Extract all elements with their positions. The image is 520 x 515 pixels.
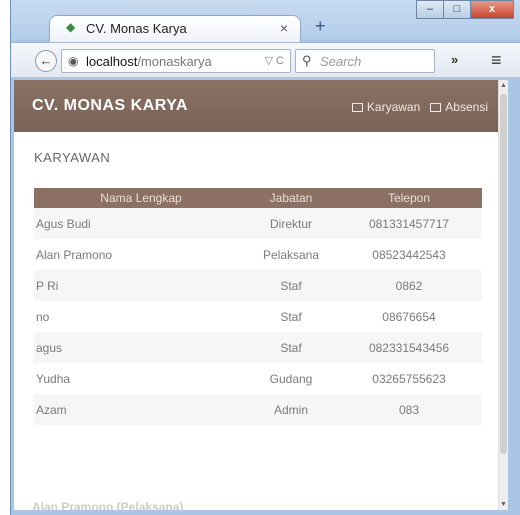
- tab-title: CV. Monas Karya: [86, 21, 187, 36]
- cell-name: P Ri: [34, 270, 246, 301]
- cell-telepon: 0862: [336, 270, 482, 301]
- main-nav: Karyawan Absensi: [351, 100, 488, 114]
- close-button[interactable]: x: [470, 0, 514, 19]
- navigation-toolbar: ← ◉ localhost/monaskarya ▽ C ⚲ Search » …: [11, 42, 520, 78]
- url-path: /monaskarya: [137, 54, 212, 69]
- nav-item-karyawan[interactable]: Karyawan: [351, 100, 421, 114]
- section-title: KARYAWAN: [34, 150, 111, 165]
- scroll-down-icon[interactable]: ▼: [500, 501, 507, 508]
- nav-box-icon: [430, 102, 442, 112]
- cell-jabatan: Staf: [246, 332, 336, 363]
- cell-name: agus: [34, 332, 246, 363]
- column-header: Nama Lengkap: [34, 188, 246, 208]
- menu-icon[interactable]: ≡: [491, 50, 502, 71]
- nav-item-absensi[interactable]: Absensi: [430, 100, 488, 114]
- overflow-chevron-icon[interactable]: »: [451, 52, 458, 67]
- maximize-button[interactable]: □: [443, 0, 471, 19]
- cell-telepon: 082331543456: [336, 332, 482, 363]
- cell-telepon: 08676654: [382, 309, 436, 324]
- nav-label: Absensi: [445, 100, 488, 114]
- employee-table: Nama Lengkap Jabatan Telepon Agus Budi D…: [34, 188, 482, 425]
- cell-telepon: 08523442543: [372, 247, 446, 262]
- cell-telepon: 03265755623: [372, 371, 446, 386]
- page-viewport: CV. MONAS KARYA Karyawan Absensi KARYAWA…: [14, 80, 498, 510]
- title-bar: ◆ CV. Monas Karya × + – □ x: [11, 0, 520, 42]
- table-header-row: Nama Lengkap Jabatan Telepon: [34, 188, 482, 208]
- cell-jabatan: Gudang: [269, 371, 313, 386]
- table-row[interactable]: Azam Admin 083: [34, 394, 482, 425]
- globe-icon: ◉: [68, 54, 79, 68]
- new-tab-icon[interactable]: +: [315, 16, 326, 37]
- vertical-scrollbar[interactable]: ▲ ▼: [498, 80, 508, 510]
- column-header: Jabatan: [246, 188, 336, 208]
- cell-name: Alan Pramono: [36, 247, 113, 262]
- brand-title[interactable]: CV. MONAS KARYA: [32, 97, 188, 115]
- cell-jabatan: Staf: [246, 270, 336, 301]
- cell-jabatan: Admin: [246, 394, 336, 425]
- search-icon: ⚲: [302, 53, 312, 68]
- cell-name: Yudha: [36, 371, 71, 386]
- cell-name: Azam: [34, 394, 246, 425]
- cell-jabatan: Staf: [280, 309, 302, 324]
- cell-telepon: 083: [336, 394, 482, 425]
- cell-name: no: [36, 309, 50, 324]
- minimize-button[interactable]: –: [416, 0, 444, 19]
- footer-text: Alan Pramono (Pelaksana): [32, 500, 184, 510]
- table-row[interactable]: Yudha Gudang 03265755623: [34, 363, 482, 394]
- table-row[interactable]: no Staf 08676654: [34, 301, 482, 332]
- table-row[interactable]: Alan Pramono Pelaksana 08523442543: [34, 239, 482, 270]
- url-host: localhost: [86, 54, 138, 69]
- app-header: CV. MONAS KARYA Karyawan Absensi: [14, 80, 498, 132]
- search-bar[interactable]: ⚲ Search: [295, 49, 435, 73]
- back-arrow-icon[interactable]: ←: [35, 50, 57, 72]
- window-controls: – □ x: [416, 0, 514, 20]
- cell-jabatan: Pelaksana: [262, 247, 320, 262]
- search-placeholder: Search: [320, 54, 362, 69]
- cell-name: Agus Budi: [34, 208, 246, 239]
- cell-jabatan: Direktur: [246, 208, 336, 239]
- address-bar[interactable]: ◉ localhost/monaskarya ▽ C: [61, 49, 291, 73]
- column-header: Telepon: [336, 188, 482, 208]
- table-row[interactable]: Agus Budi Direktur 081331457717: [34, 208, 482, 239]
- favicon-icon: ◆: [66, 20, 76, 34]
- url-text: localhost/monaskarya: [86, 54, 212, 69]
- browser-tab[interactable]: ◆ CV. Monas Karya ×: [49, 15, 301, 42]
- reload-icon[interactable]: ▽ C: [265, 54, 284, 67]
- scrollbar-thumb[interactable]: [500, 94, 507, 454]
- nav-box-icon: [351, 102, 363, 112]
- scroll-up-icon[interactable]: ▲: [500, 82, 507, 89]
- tab-close-icon[interactable]: ×: [280, 20, 288, 36]
- cell-telepon: 081331457717: [336, 208, 482, 239]
- table-row[interactable]: P Ri Staf 0862: [34, 270, 482, 301]
- nav-label: Karyawan: [366, 100, 421, 114]
- table-row[interactable]: agus Staf 082331543456: [34, 332, 482, 363]
